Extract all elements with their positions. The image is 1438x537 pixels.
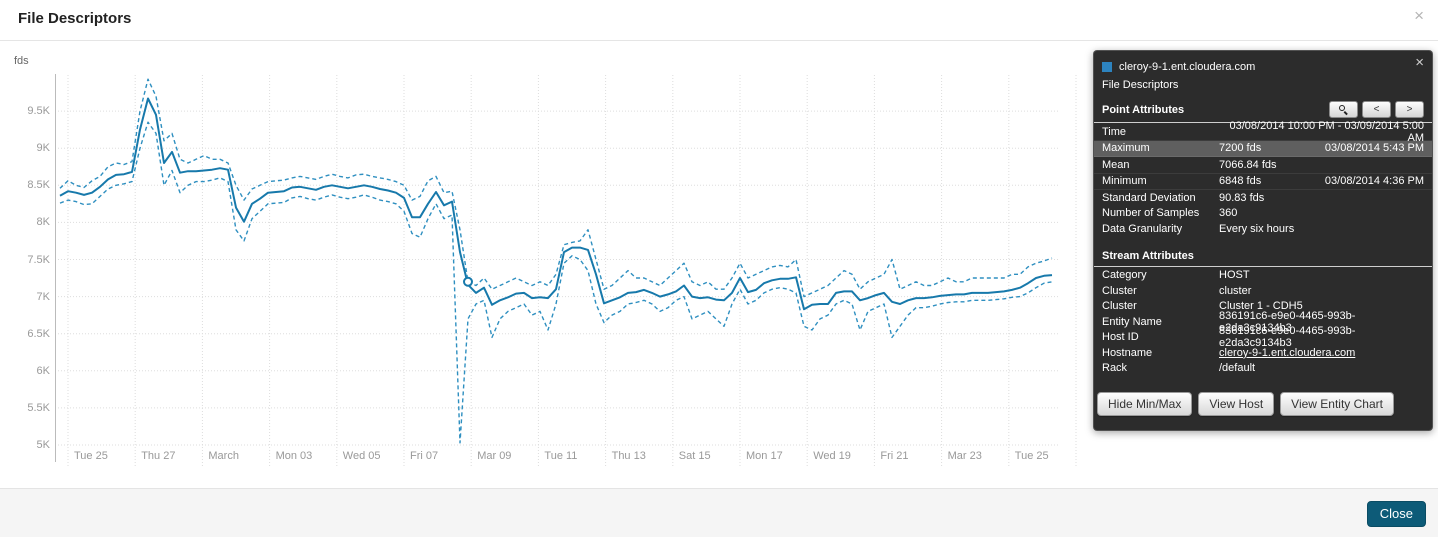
y-tick-label: 6K [14,365,50,377]
attr-row-host-id: Host ID 836191c6-e9e0-4465-993b-e2da3c91… [1094,330,1432,346]
x-tick-label: Thu 27 [141,450,175,462]
y-tick-label: 5K [14,439,50,451]
y-tick-label: 6.5K [14,328,50,340]
x-tick-label: Mar 09 [477,450,511,462]
y-tick-label: 8K [14,216,50,228]
y-tick-label: 9K [14,142,50,154]
y-tick-label: 7K [14,291,50,303]
x-tick-label: Wed 19 [813,450,851,462]
point-details-panel: × cleroy-9-1.ent.cloudera.com File Descr… [1093,50,1433,431]
x-tick-label: Thu 13 [612,450,646,462]
x-tick-label: March [208,450,239,462]
panel-metric-name: File Descriptors [1102,79,1424,94]
x-tick-label: Fri 07 [410,450,438,462]
attr-row-time: Time 03/08/2014 10:00 PM - 03/09/2014 5:… [1094,124,1432,141]
x-tick-label: Wed 05 [343,450,381,462]
attr-row-stddev: Standard Deviation 90.83 fds [1094,190,1432,206]
x-tick-label: Fri 21 [880,450,908,462]
attr-row-cluster: Cluster cluster [1094,283,1432,299]
maximum-line[interactable] [60,79,1052,296]
panel-close-icon[interactable]: × [1415,54,1424,71]
hide-minmax-button[interactable]: Hide Min/Max [1097,392,1192,416]
attr-row-mean[interactable]: Mean 7066.84 fds [1094,157,1432,174]
attr-row-minimum[interactable]: Minimum 6848 fds 03/08/2014 4:36 PM [1094,174,1432,191]
attr-row-maximum[interactable]: Maximum 7200 fds 03/08/2014 5:43 PM [1094,141,1432,158]
divider [1094,266,1432,267]
y-tick-label: 5.5K [14,402,50,414]
point-attributes-title: Point Attributes [1102,104,1184,116]
close-button[interactable]: Close [1367,501,1426,527]
panel-hostname: cleroy-9-1.ent.cloudera.com [1119,61,1255,73]
series-color-swatch [1102,62,1112,72]
mean-line[interactable] [60,99,1052,310]
y-tick-label: 7.5K [14,254,50,266]
chart-detail-dialog: File Descriptors × fds 5K5.5K6K6.5K7K7.5… [0,0,1438,536]
dialog-footer: Close [0,488,1438,537]
y-tick-label: 9.5K [14,105,50,117]
stream-attributes-title: Stream Attributes [1102,250,1194,262]
selected-point-marker[interactable] [464,278,472,286]
magnifier-icon [1339,105,1348,114]
attr-row-category: Category HOST [1094,268,1432,284]
x-tick-label: Tue 11 [544,450,577,462]
close-icon[interactable]: × [1414,6,1424,26]
y-tick-label: 8.5K [14,179,50,191]
view-entity-chart-button[interactable]: View Entity Chart [1280,392,1394,416]
view-host-button[interactable]: View Host [1198,392,1274,416]
x-tick-label: Mon 03 [276,450,313,462]
hostname-link[interactable]: cleroy-9-1.ent.cloudera.com [1219,347,1355,359]
timeseries-chart[interactable] [0,0,1085,487]
zoom-to-point-button[interactable] [1329,101,1358,118]
next-point-button[interactable]: > [1395,101,1424,118]
chart-area: fds 5K5.5K6K6.5K7K7.5K8K8.5K9K9.5KTue 25… [0,0,1085,487]
x-tick-label: Tue 25 [1015,450,1049,462]
attr-row-hostname: Hostname cleroy-9-1.ent.cloudera.com [1094,345,1432,361]
x-tick-label: Mar 23 [948,450,982,462]
x-tick-label: Sat 15 [679,450,711,462]
x-tick-label: Mon 17 [746,450,783,462]
x-tick-label: Tue 25 [74,450,108,462]
previous-point-button[interactable]: < [1362,101,1391,118]
attr-row-granularity: Data Granularity Every six hours [1094,221,1432,237]
attr-row-rack: Rack /default [1094,361,1432,377]
attr-row-samples: Number of Samples 360 [1094,206,1432,222]
